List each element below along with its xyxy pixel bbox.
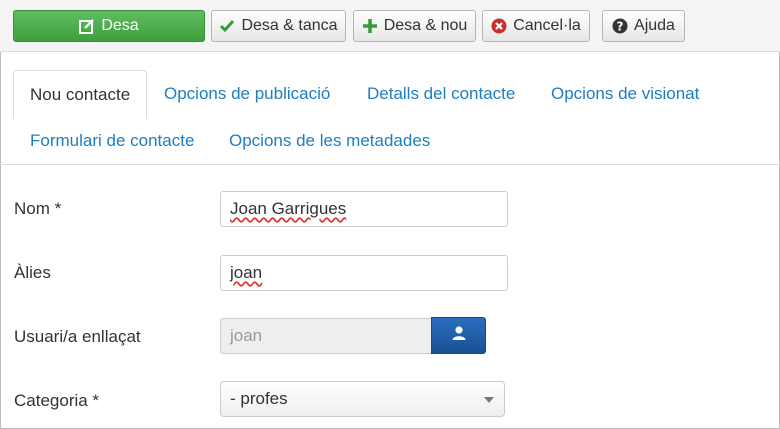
cancel-button[interactable]: Cancel·la: [482, 10, 590, 42]
chevron-down-icon: [484, 397, 494, 403]
linked-user-value: joan: [230, 326, 263, 345]
save-close-button[interactable]: Desa & tanca: [211, 10, 346, 42]
select-user-button[interactable]: [431, 317, 486, 354]
user-icon: [451, 325, 467, 346]
save-new-button[interactable]: Desa & nou: [353, 10, 476, 42]
save-close-label: Desa & tanca: [241, 17, 338, 34]
save-button[interactable]: Desa: [13, 10, 205, 42]
category-label: Categoria *: [14, 391, 100, 410]
tab-opcions-metadades[interactable]: Opcions de les metadades: [229, 117, 430, 165]
help-button[interactable]: ? Ajuda: [602, 10, 685, 42]
alias-label: Àlies: [14, 263, 51, 282]
alias-value: joan: [230, 263, 263, 282]
check-icon: [219, 18, 235, 34]
cancel-circle-icon: [491, 18, 507, 34]
cancel-label: Cancel·la: [513, 17, 581, 34]
tab-opcions-publicacio[interactable]: Opcions de publicació: [164, 70, 330, 118]
edit-icon: [79, 18, 95, 34]
tab-detalls-contacte[interactable]: Detalls del contacte: [367, 70, 515, 118]
alias-field[interactable]: joan: [220, 255, 508, 291]
tab-label: Opcions de visionat: [551, 84, 700, 103]
toolbar: Desa Desa & tanca Desa & nou Cancel·la ?…: [0, 0, 780, 52]
question-circle-icon: ?: [612, 18, 628, 34]
tab-nou-contacte[interactable]: Nou contacte: [13, 70, 148, 119]
tab-label: Formulari de contacte: [30, 131, 195, 150]
save-new-label: Desa & nou: [383, 17, 468, 34]
help-label: Ajuda: [634, 17, 675, 34]
name-field[interactable]: Joan Garrigues: [220, 191, 508, 227]
svg-text:?: ?: [617, 20, 624, 34]
tab-label: Opcions de publicació: [164, 84, 331, 103]
tab-label: Detalls del contacte: [367, 84, 516, 103]
save-button-label: Desa: [101, 17, 139, 34]
tab-label: Opcions de les metadades: [229, 131, 431, 150]
tab-formulari-contacte[interactable]: Formulari de contacte: [30, 117, 194, 165]
tab-divider: [0, 164, 780, 165]
category-value: - profes: [230, 389, 288, 408]
linked-user-label: Usuari/a enllaçat: [14, 327, 141, 346]
plus-icon: [362, 18, 378, 34]
tab-label: Nou contacte: [30, 84, 131, 104]
tab-opcions-visionat[interactable]: Opcions de visionat: [551, 70, 699, 118]
name-label: Nom *: [14, 199, 62, 218]
linked-user-field: joan: [220, 318, 432, 354]
category-select[interactable]: - profes: [220, 381, 505, 417]
name-value: Joan Garrigues: [230, 199, 347, 218]
